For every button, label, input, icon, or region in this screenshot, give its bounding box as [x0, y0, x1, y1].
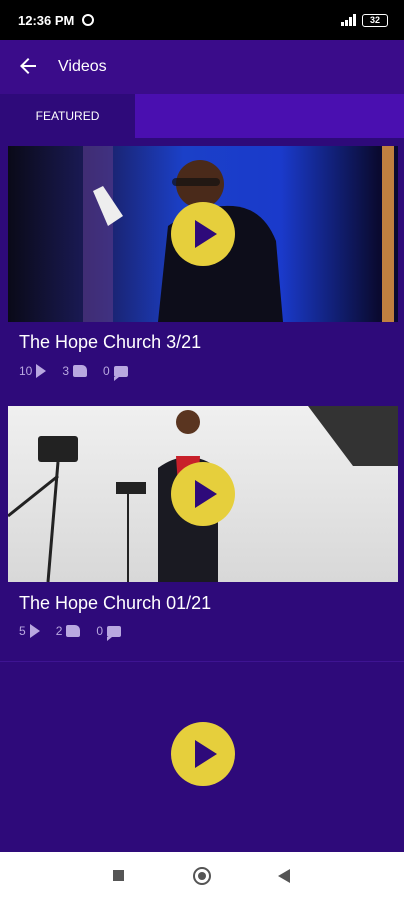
video-card[interactable]: The Hope Church 01/21 5 2 0 — [0, 406, 404, 662]
alarm-icon — [82, 14, 94, 26]
play-button[interactable] — [171, 462, 235, 526]
video-stats: 5 2 0 — [19, 624, 122, 641]
video-card[interactable]: The Hope Church 3/21 10 3 0 — [0, 146, 404, 394]
view-count: 5 — [19, 624, 26, 638]
video-thumbnail[interactable] — [8, 146, 398, 322]
home-icon[interactable] — [193, 867, 211, 885]
comment-count: 0 — [103, 364, 110, 378]
thumbs-up-icon — [66, 625, 81, 637]
comment-icon — [113, 365, 128, 381]
tab-2[interactable] — [135, 94, 270, 138]
floating-play-button[interactable] — [171, 722, 235, 786]
views-icon — [29, 624, 40, 638]
tab-3[interactable] — [270, 94, 404, 138]
tab-featured[interactable]: FEATURED — [0, 94, 135, 138]
video-thumbnail[interactable] — [8, 406, 398, 582]
like-count: 2 — [55, 624, 63, 638]
page-title: Videos — [58, 58, 107, 75]
tab-bar: FEATURED — [0, 94, 404, 138]
app-bar: Videos — [0, 40, 404, 94]
video-stats: 10 3 0 — [19, 364, 128, 381]
status-time: 12:36 PM — [18, 13, 75, 28]
video-title[interactable]: The Hope Church 01/21 — [19, 593, 211, 614]
battery-icon: 32 — [362, 14, 388, 27]
views-icon — [36, 364, 47, 378]
comment-icon — [107, 625, 122, 641]
view-count: 10 — [19, 364, 33, 378]
comment-count: 0 — [96, 624, 104, 638]
system-nav-bar — [0, 852, 404, 900]
play-button[interactable] — [171, 202, 235, 266]
video-title[interactable]: The Hope Church 3/21 — [19, 332, 201, 353]
like-count: 3 — [62, 364, 70, 378]
thumbs-up-icon — [73, 365, 88, 377]
back-arrow-icon[interactable] — [16, 54, 40, 78]
status-bar: 12:36 PM 32 — [0, 0, 404, 40]
recents-icon[interactable] — [113, 870, 124, 881]
nav-back-icon[interactable] — [278, 869, 290, 883]
signal-icon — [341, 14, 356, 26]
